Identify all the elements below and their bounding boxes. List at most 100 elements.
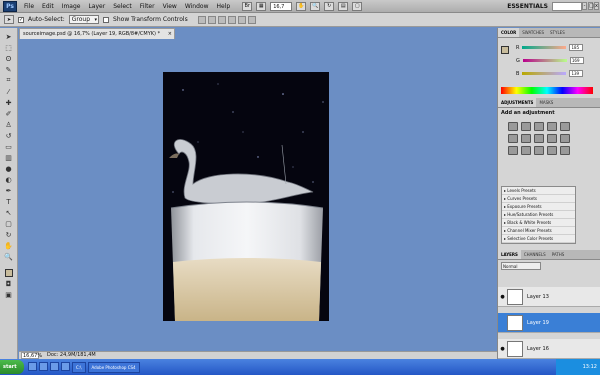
- menu-edit[interactable]: Edit: [38, 0, 58, 13]
- document-image[interactable]: [163, 72, 329, 321]
- color-balance-icon[interactable]: [534, 134, 544, 143]
- taskbar-item-photoshop[interactable]: Adobe Photoshop CS4: [87, 361, 140, 373]
- menu-file[interactable]: File: [20, 0, 38, 13]
- bridge-icon[interactable]: Br: [242, 1, 253, 11]
- auto-select-dropdown[interactable]: Group: [68, 15, 100, 24]
- menu-filter[interactable]: Filter: [136, 0, 159, 13]
- tab-adjustments[interactable]: ADJUSTMENTS: [498, 98, 537, 107]
- align-right-icon[interactable]: [247, 15, 256, 24]
- blue-slider[interactable]: [522, 72, 567, 75]
- menu-select[interactable]: Select: [109, 0, 136, 13]
- menu-window[interactable]: Window: [181, 0, 213, 13]
- menu-layer[interactable]: Layer: [84, 0, 109, 13]
- invert-icon[interactable]: [508, 146, 518, 155]
- 3d-rotate-tool-icon[interactable]: ↻: [3, 230, 15, 239]
- preset-selective-color[interactable]: ▸ Selective Color Presets: [502, 235, 575, 243]
- menu-image[interactable]: Image: [58, 0, 85, 13]
- blue-value[interactable]: 139: [569, 70, 584, 77]
- foreground-color-swatch[interactable]: [4, 269, 13, 277]
- photo-filter-icon[interactable]: [560, 134, 570, 143]
- vibrance-icon[interactable]: [508, 134, 518, 143]
- gradient-tool-icon[interactable]: ▥: [3, 153, 15, 162]
- move-tool-preset-icon[interactable]: ➤: [4, 15, 14, 24]
- green-value[interactable]: 169: [569, 57, 584, 64]
- screen-mode-tool-icon[interactable]: ▣: [3, 290, 15, 299]
- tab-swatches[interactable]: SWATCHES: [519, 28, 547, 37]
- maximize-button[interactable]: □: [588, 2, 594, 10]
- quick-launch-icon[interactable]: [28, 361, 37, 371]
- pen-tool-icon[interactable]: ✒: [3, 186, 15, 195]
- tab-color[interactable]: COLOR: [498, 28, 520, 37]
- minimize-button[interactable]: -: [582, 2, 587, 10]
- rotate-view-icon[interactable]: ↻: [324, 1, 335, 11]
- tab-paths[interactable]: PATHS: [549, 250, 568, 259]
- quick-launch-icon[interactable]: [61, 361, 70, 371]
- tab-layers[interactable]: LAYERS: [498, 250, 521, 259]
- visibility-eye-icon[interactable]: ●: [498, 346, 507, 352]
- menu-help[interactable]: Help: [213, 0, 235, 13]
- move-tool-icon[interactable]: ➤: [3, 32, 15, 41]
- help-search-input[interactable]: [552, 2, 582, 11]
- align-bottom-icon[interactable]: [217, 15, 226, 24]
- preset-channel-mixer[interactable]: ▸ Channel Mixer Presets: [502, 227, 575, 235]
- quick-mask-icon[interactable]: ◘: [3, 279, 15, 288]
- auto-select-checkbox[interactable]: ✓: [18, 16, 24, 23]
- show-transform-checkbox[interactable]: [103, 16, 110, 23]
- lasso-tool-icon[interactable]: ʘ: [3, 54, 15, 63]
- layer-row[interactable]: ● Layer 16: [498, 339, 600, 359]
- preset-black-white[interactable]: ▸ Black & White Presets: [502, 219, 575, 227]
- preset-levels[interactable]: ▸ Levels Presets: [502, 187, 575, 195]
- close-button[interactable]: x: [594, 2, 599, 10]
- history-brush-tool-icon[interactable]: ↺: [3, 131, 15, 140]
- layer-row[interactable]: ● Layer 13: [498, 287, 600, 307]
- tab-masks[interactable]: MASKS: [536, 98, 556, 107]
- layer-row-selected[interactable]: Layer 19: [498, 313, 600, 333]
- levels-icon[interactable]: [521, 122, 531, 131]
- view-extras-icon[interactable]: ▦: [256, 1, 267, 11]
- align-top-icon[interactable]: [197, 15, 206, 24]
- align-center-icon[interactable]: [237, 15, 246, 24]
- brush-tool-icon[interactable]: ✐: [3, 109, 15, 118]
- taskbar-item-explorer[interactable]: C:\: [72, 361, 86, 373]
- color-spectrum-ramp[interactable]: [501, 87, 593, 94]
- menu-view[interactable]: View: [159, 0, 181, 13]
- zoom-field[interactable]: 16,7: [270, 1, 293, 11]
- workspace-switcher[interactable]: ESSENTIALS: [507, 2, 548, 11]
- eyedropper-tool-icon[interactable]: ⁄: [3, 87, 15, 96]
- tab-channels[interactable]: CHANNELS: [521, 250, 549, 259]
- zoom-tool-icon[interactable]: 🔍: [310, 1, 321, 11]
- hand-tool-icon[interactable]: ✋: [296, 1, 307, 11]
- close-document-icon[interactable]: ×: [168, 29, 172, 39]
- selective-color-icon[interactable]: [560, 146, 570, 155]
- hand-tool-icon[interactable]: ✋: [3, 241, 15, 250]
- quick-launch-icon[interactable]: [50, 361, 59, 371]
- hue-saturation-icon[interactable]: [521, 134, 531, 143]
- tab-styles[interactable]: STYLES: [547, 28, 568, 37]
- exposure-icon[interactable]: [547, 122, 557, 131]
- black-white-icon[interactable]: [547, 134, 557, 143]
- align-middle-icon[interactable]: [207, 15, 216, 24]
- path-select-tool-icon[interactable]: ↖: [3, 208, 15, 217]
- screen-mode-icon[interactable]: ▢: [352, 1, 363, 11]
- posterize-icon[interactable]: [521, 146, 531, 155]
- quick-launch-icon[interactable]: [39, 361, 48, 371]
- panel-foreground-swatch[interactable]: [501, 46, 509, 54]
- align-left-icon[interactable]: [227, 15, 236, 24]
- zoom-level-status[interactable]: 16,67%: [21, 352, 42, 359]
- red-slider[interactable]: [522, 46, 567, 49]
- marquee-tool-icon[interactable]: ⬚: [3, 43, 15, 52]
- blend-mode-dropdown[interactable]: Normal: [501, 262, 541, 270]
- preset-exposure[interactable]: ▸ Exposure Presets: [502, 203, 575, 211]
- quick-select-tool-icon[interactable]: ✎: [3, 65, 15, 74]
- clone-stamp-tool-icon[interactable]: ♙: [3, 120, 15, 129]
- eraser-tool-icon[interactable]: ▭: [3, 142, 15, 151]
- preset-curves[interactable]: ▸ Curves Presets: [502, 195, 575, 203]
- curves-icon[interactable]: [534, 122, 544, 131]
- arrange-documents-icon[interactable]: ▤: [338, 1, 349, 11]
- healing-tool-icon[interactable]: ✚: [3, 98, 15, 107]
- crop-tool-icon[interactable]: ⌗: [3, 76, 15, 85]
- green-slider[interactable]: [522, 59, 567, 62]
- threshold-icon[interactable]: [534, 146, 544, 155]
- dodge-tool-icon[interactable]: ◐: [3, 175, 15, 184]
- type-tool-icon[interactable]: T: [3, 197, 15, 206]
